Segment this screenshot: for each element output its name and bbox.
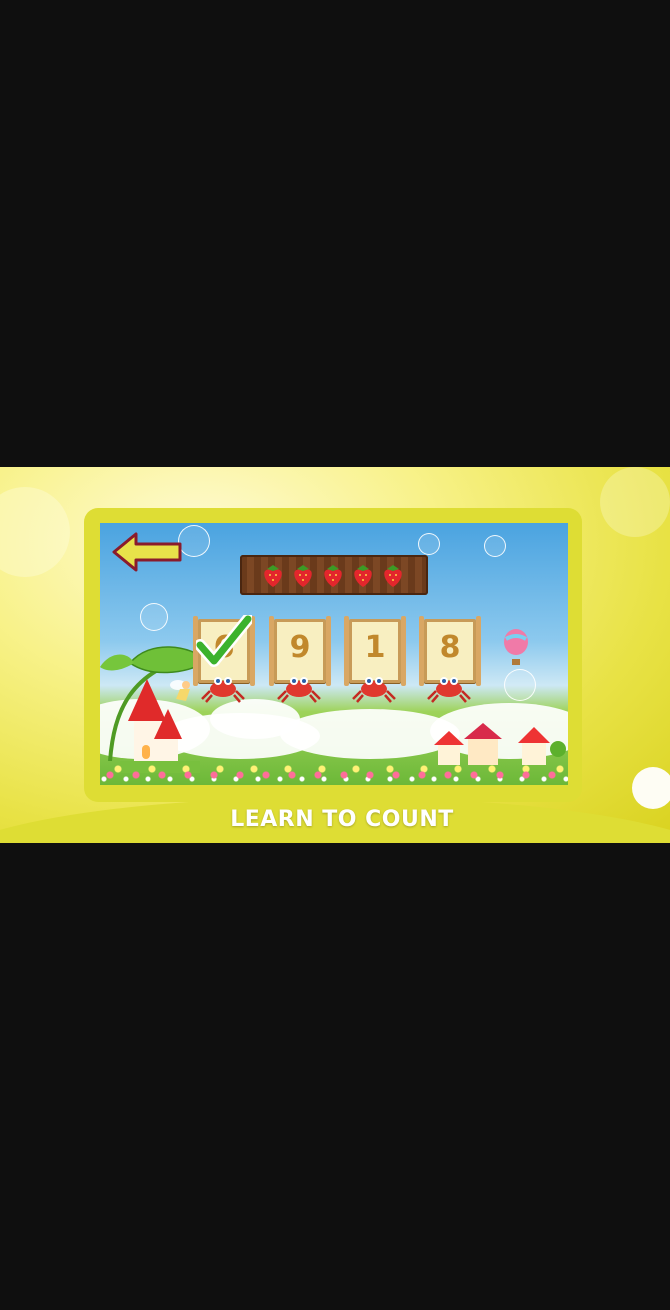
card-post [344,616,349,686]
card-post [269,616,274,686]
bubble [484,535,506,557]
bokeh-light [0,487,70,577]
answer-number: 8 [439,630,461,665]
check-icon [196,615,252,667]
prompt-panel [240,555,428,595]
crab-icon [201,677,245,703]
strawberry-icon [294,565,312,587]
fairy-icon [170,680,190,701]
card-post [326,616,331,686]
crab-icon [352,677,396,703]
card-post [419,616,424,686]
village-icon [434,723,566,765]
bokeh-light [600,467,670,537]
back-arrow-icon[interactable] [112,532,184,572]
bubble [504,669,536,701]
game-screen: 6 9 1 8 LEARN TO COUNT [0,467,670,843]
crab-icon [277,677,321,703]
bokeh-light [632,767,670,809]
answer-number: 9 [289,630,311,665]
strawberry-icon [324,565,342,587]
crab-icon [427,677,471,703]
strawberry-icon [264,565,282,587]
game-title: LEARN TO COUNT [230,807,454,832]
flower-field [100,763,568,785]
strawberry-icon [354,565,372,587]
card-post [476,616,481,686]
cloud [210,699,300,739]
strawberry-icon [384,565,402,587]
card-post [401,616,406,686]
game-scene: 6 9 1 8 [100,523,568,785]
answer-number: 1 [364,630,386,665]
balloon-icon [504,629,528,665]
bubble [418,533,440,555]
